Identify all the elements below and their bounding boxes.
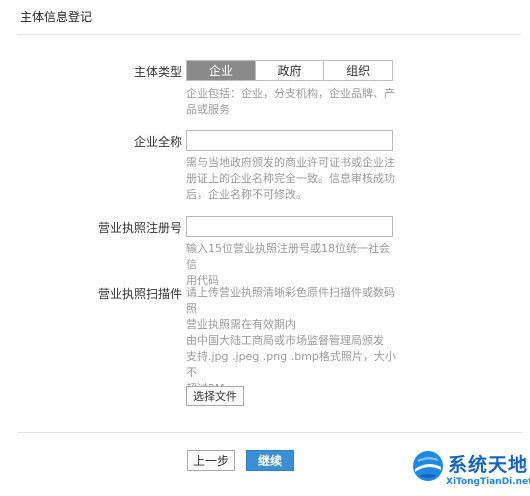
previous-step-button[interactable]: 上一步	[187, 450, 235, 471]
watermark-title: 系统天地	[448, 454, 529, 476]
entity-type-hint: 企业包括：企业，分支机构，企业品牌、产 品或服务	[186, 86, 396, 118]
license-number-hint: 输入15位营业执照注册号或18位统一社会信 用代码	[186, 241, 396, 289]
hint-line: 输入15位营业执照注册号或18位统一社会信	[186, 242, 390, 271]
company-name-input[interactable]	[186, 130, 393, 151]
hint-line: 由中国大陆工商局或市场监督管理局颁发	[186, 334, 384, 347]
license-scan-hint: 请上传营业执照清晰彩色原件扫描件或数码 照 营业执照需在有效期内 由中国大陆工商…	[186, 285, 396, 397]
hint-line: 支持.jpg .jpeg .png .bmp格式照片，大小不	[186, 350, 396, 379]
section-title: 主体信息登记	[20, 10, 93, 24]
company-name-label: 企业全称	[133, 135, 182, 149]
watermark-logo-icon	[413, 451, 443, 481]
entity-type-option-government[interactable]: 政府	[255, 61, 325, 80]
choose-file-button[interactable]: 选择文件	[186, 386, 244, 406]
license-scan-label: 营业执照扫描件	[97, 287, 182, 301]
continue-button[interactable]: 继续	[246, 450, 294, 471]
hint-line: 请上传营业执照清晰彩色原件扫描件或数码	[186, 286, 395, 299]
site-watermark: 系统天地 XiTongTianDi.net	[410, 446, 530, 494]
entity-type-selector: 企业 政府 组织	[186, 60, 393, 81]
company-name-hint: 需与当地政府颁发的商业许可证书或企业注 册证上的企业名称完全一致。信息审核成功 …	[186, 155, 396, 203]
hint-line: 后，企业名称不可修改。	[186, 188, 307, 201]
entity-type-option-organization[interactable]: 组织	[324, 61, 393, 80]
hint-line: 营业执照需在有效期内	[186, 318, 296, 331]
hint-line: 册证上的企业名称完全一致。信息审核成功	[186, 172, 395, 185]
hint-line: 照	[186, 302, 197, 315]
hint-line: 企业包括：企业，分支机构，企业品牌、产	[186, 87, 395, 100]
header-divider	[18, 34, 522, 35]
license-number-input[interactable]	[186, 216, 393, 237]
entity-type-label: 主体类型	[133, 65, 182, 79]
hint-line: 品或服务	[186, 103, 230, 116]
watermark-url: XiTongTianDi.net	[446, 477, 530, 487]
license-number-label: 营业执照注册号	[97, 221, 182, 235]
footer-divider	[18, 432, 522, 433]
entity-type-option-enterprise[interactable]: 企业	[187, 61, 256, 80]
hint-line: 需与当地政府颁发的商业许可证书或企业注	[186, 156, 395, 169]
